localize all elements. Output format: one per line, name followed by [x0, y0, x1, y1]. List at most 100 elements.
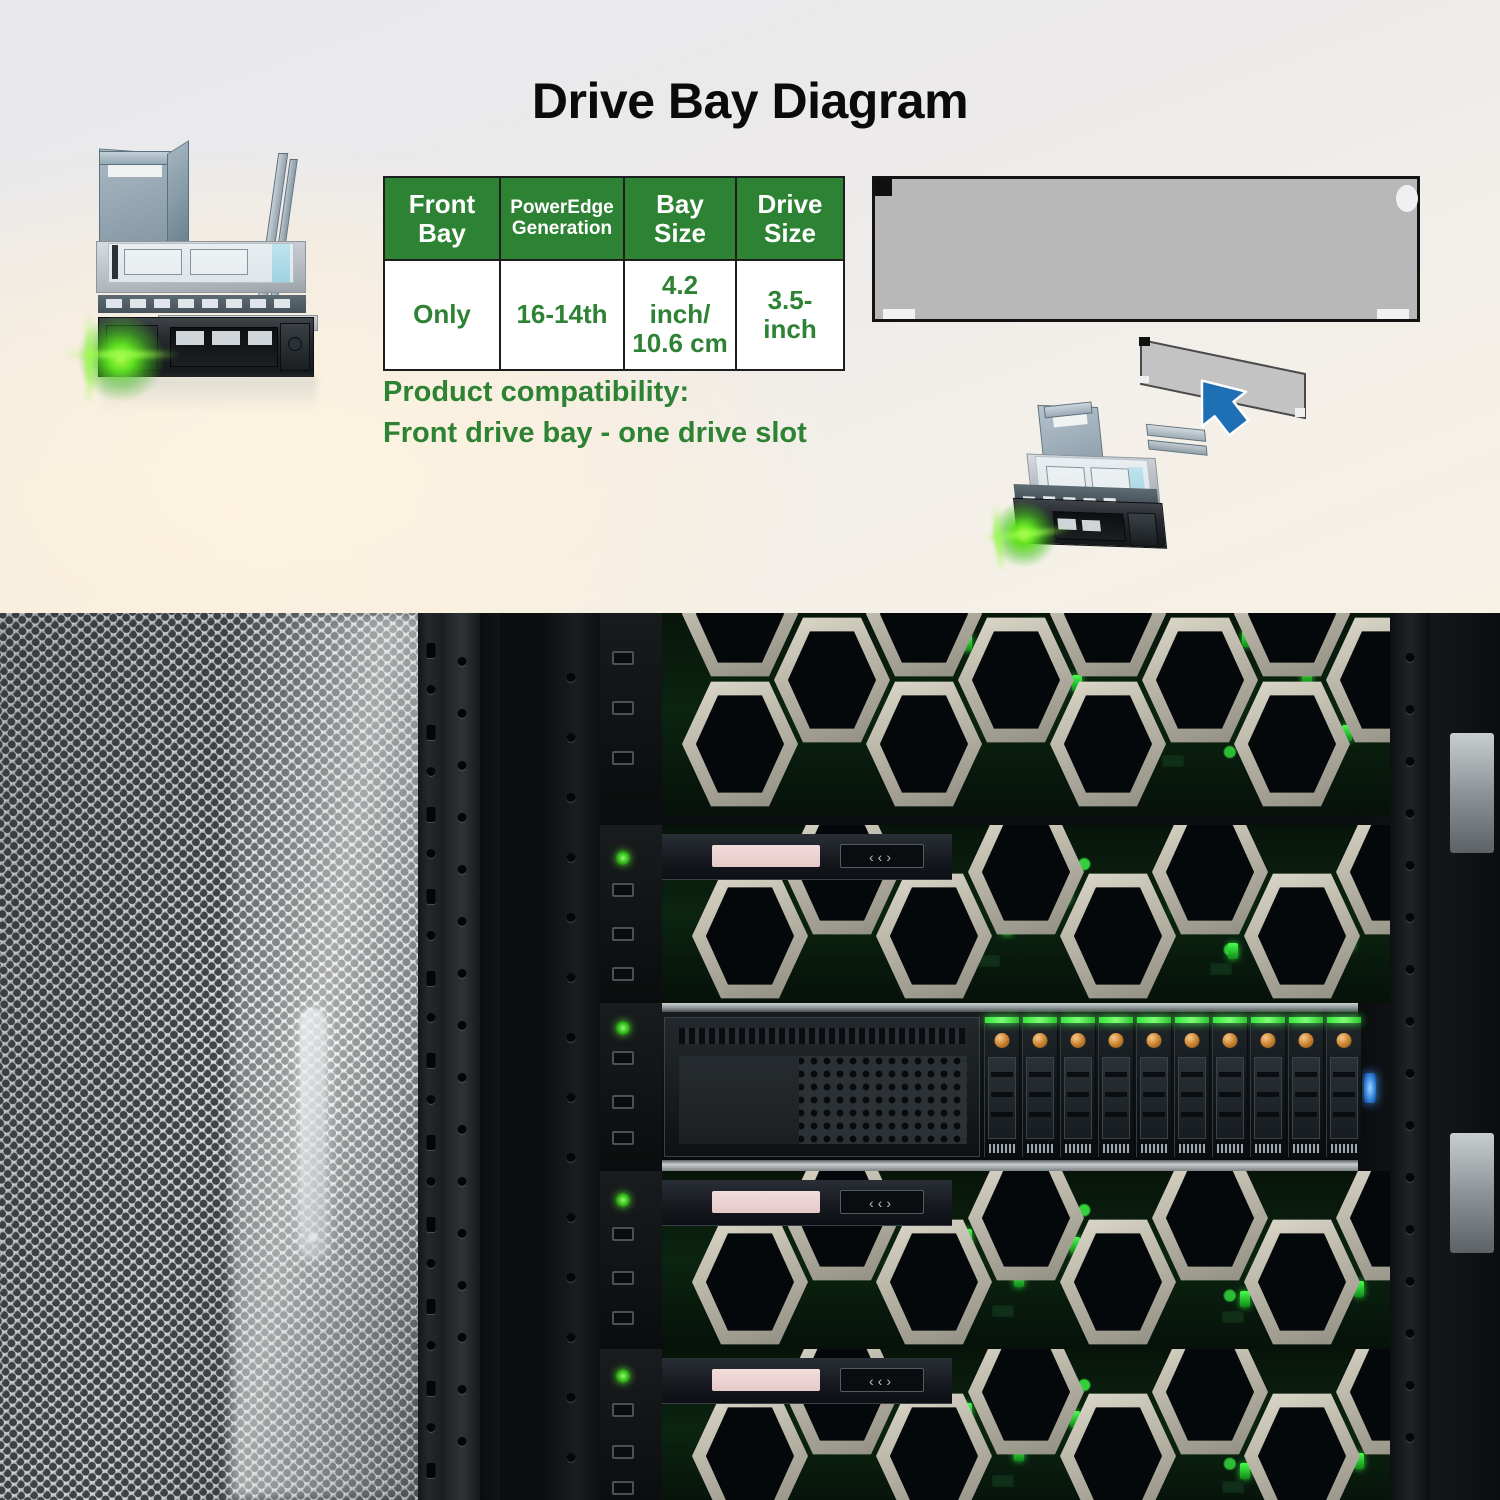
- server-unit-5: ‹‹›: [600, 1349, 1390, 1500]
- table-header-row: Front Bay PowerEdge Generation Bay Size …: [383, 175, 845, 262]
- drive-bay-slot[interactable]: [1136, 1017, 1172, 1157]
- drive-bay-slot[interactable]: [1288, 1017, 1324, 1157]
- server-control-panel[interactable]: ‹‹›: [662, 834, 952, 880]
- infographic-page: Drive Bay Diagram Front Bay PowerEdge Ge…: [0, 0, 1500, 1500]
- bay-face: [1330, 1057, 1358, 1139]
- server-bezel-ear: [600, 825, 662, 1003]
- bay-release-latch[interactable]: [1220, 1031, 1240, 1050]
- bay-face: [1216, 1057, 1244, 1139]
- rack-post-outer: [418, 613, 444, 1500]
- drive-bay-slot[interactable]: [1326, 1017, 1362, 1157]
- rack-post-inner: [480, 613, 500, 1500]
- cell-drive-size: 3.5-inch: [735, 259, 845, 371]
- server-unit-4: ‹‹›: [600, 1171, 1390, 1349]
- col-header-bay-size-l1: Bay: [656, 189, 704, 219]
- bay-micro-label: [1027, 1144, 1053, 1153]
- bay-release-latch[interactable]: [1106, 1031, 1126, 1050]
- top-info-panel: Drive Bay Diagram Front Bay PowerEdge Ge…: [0, 0, 1500, 613]
- bay-micro-label: [1065, 1144, 1091, 1153]
- cell-bay-size-l2: 10.6 cm: [632, 328, 728, 359]
- bay-micro-label: [1293, 1144, 1319, 1153]
- col-header-bay-size: Bay Size: [623, 175, 737, 262]
- panel-solid-area: [679, 1056, 799, 1144]
- drive-bay-slot[interactable]: [1098, 1017, 1134, 1157]
- server-bezel-ear: [600, 613, 662, 815]
- bay-status-led: [1327, 1017, 1361, 1023]
- col-header-drive-size-l2: Size: [763, 217, 817, 248]
- bay-release-latch[interactable]: [1258, 1031, 1278, 1050]
- bay-micro-label: [1331, 1144, 1357, 1153]
- bay-release-latch[interactable]: [992, 1031, 1012, 1050]
- server-unit-1: [600, 613, 1390, 815]
- bay-face: [1140, 1057, 1168, 1139]
- panel-indicator[interactable]: ‹‹›: [840, 1190, 924, 1214]
- col-header-front-bay-l1: Front: [408, 189, 476, 219]
- col-header-front-bay-l2: Bay: [418, 217, 466, 248]
- rack-door-handle[interactable]: [300, 1008, 326, 1258]
- bay-status-led: [1289, 1017, 1323, 1023]
- bay-release-latch[interactable]: [1144, 1031, 1164, 1050]
- drive-tray-caddy-angled: [980, 398, 1235, 588]
- honeycomb-bezel: [662, 613, 1390, 815]
- bay-face: [1064, 1057, 1092, 1139]
- drive-bay-slot[interactable]: [1022, 1017, 1058, 1157]
- server-bezel-ear: [600, 1349, 662, 1500]
- cell-poweredge-generation: 16-14th: [499, 259, 625, 371]
- chassis-blank-panel: [664, 1017, 980, 1157]
- bay-micro-label: [1255, 1144, 1281, 1153]
- server-front-panel-outline: [872, 176, 1420, 322]
- bay-face: [1102, 1057, 1130, 1139]
- bay-face: [1254, 1057, 1282, 1139]
- bay-status-led: [1137, 1017, 1171, 1023]
- bay-micro-label: [1217, 1144, 1243, 1153]
- bay-face: [1292, 1057, 1320, 1139]
- col-header-drive-size: Drive Size: [735, 175, 845, 262]
- handle-screw: [308, 1232, 318, 1242]
- bay-release-latch[interactable]: [1296, 1031, 1316, 1050]
- panel-notch-right: [1377, 309, 1409, 319]
- bay-micro-label: [1141, 1144, 1167, 1153]
- rack-door-hinge: [1450, 1133, 1494, 1253]
- drive-bay-slot[interactable]: [1174, 1017, 1210, 1157]
- bay-status-led: [1213, 1017, 1247, 1023]
- col-header-front-bay: Front Bay: [383, 175, 501, 262]
- panel-indicator[interactable]: ‹‹›: [840, 1368, 924, 1392]
- bay-status-led: [1175, 1017, 1209, 1023]
- server-control-panel[interactable]: ‹‹›: [662, 1358, 952, 1404]
- col-header-drive-size-l1: Drive: [757, 189, 823, 219]
- drive-bay-slot[interactable]: [984, 1017, 1020, 1157]
- drive-bay-slot[interactable]: [1212, 1017, 1248, 1157]
- rack-rail-channel: [540, 613, 602, 1500]
- drive-bay-slot[interactable]: [1250, 1017, 1286, 1157]
- bay-release-latch[interactable]: [1182, 1031, 1202, 1050]
- col-header-poweredge-l2: Generation: [511, 217, 613, 239]
- server-rack-photo: ‹‹› ‹‹› ‹‹›: [0, 613, 1500, 1500]
- server-bezel-ear: [600, 1171, 662, 1349]
- panel-notch-left: [883, 309, 915, 319]
- bay-micro-label: [1103, 1144, 1129, 1153]
- compatibility-detail: Front drive bay - one drive slot: [383, 417, 807, 450]
- col-header-poweredge-generation: PowerEdge Generation: [499, 175, 625, 262]
- bay-release-latch[interactable]: [1068, 1031, 1088, 1050]
- panel-indicator[interactable]: ‹‹›: [840, 844, 924, 868]
- asset-tag-label: [712, 1369, 820, 1391]
- table-row: Only 16-14th 4.2 inch/ 10.6 cm 3.5-inch: [383, 259, 845, 371]
- rack-post-mid: [444, 613, 480, 1500]
- bay-release-latch[interactable]: [1030, 1031, 1050, 1050]
- bay-face: [1178, 1057, 1206, 1139]
- bay-release-latch[interactable]: [1334, 1031, 1354, 1050]
- bay-face: [988, 1057, 1016, 1139]
- panel-vent-slits: [679, 1028, 965, 1044]
- bay-micro-label: [1179, 1144, 1205, 1153]
- bay-status-led: [1099, 1017, 1133, 1023]
- bay-status-led: [1061, 1017, 1095, 1023]
- panel-corner-cutout: [1396, 185, 1418, 212]
- drive-bay-slot[interactable]: [1060, 1017, 1096, 1157]
- cell-bay-size-l1: 4.2 inch/: [649, 270, 711, 330]
- compatibility-note: Product compatibility: Front drive bay -…: [383, 372, 807, 454]
- bay-status-led: [1023, 1017, 1057, 1023]
- page-title: Drive Bay Diagram: [531, 73, 969, 129]
- server-bezel-ear: [600, 1003, 662, 1171]
- server-control-panel[interactable]: ‹‹›: [662, 1180, 952, 1226]
- bay-micro-label: [989, 1144, 1015, 1153]
